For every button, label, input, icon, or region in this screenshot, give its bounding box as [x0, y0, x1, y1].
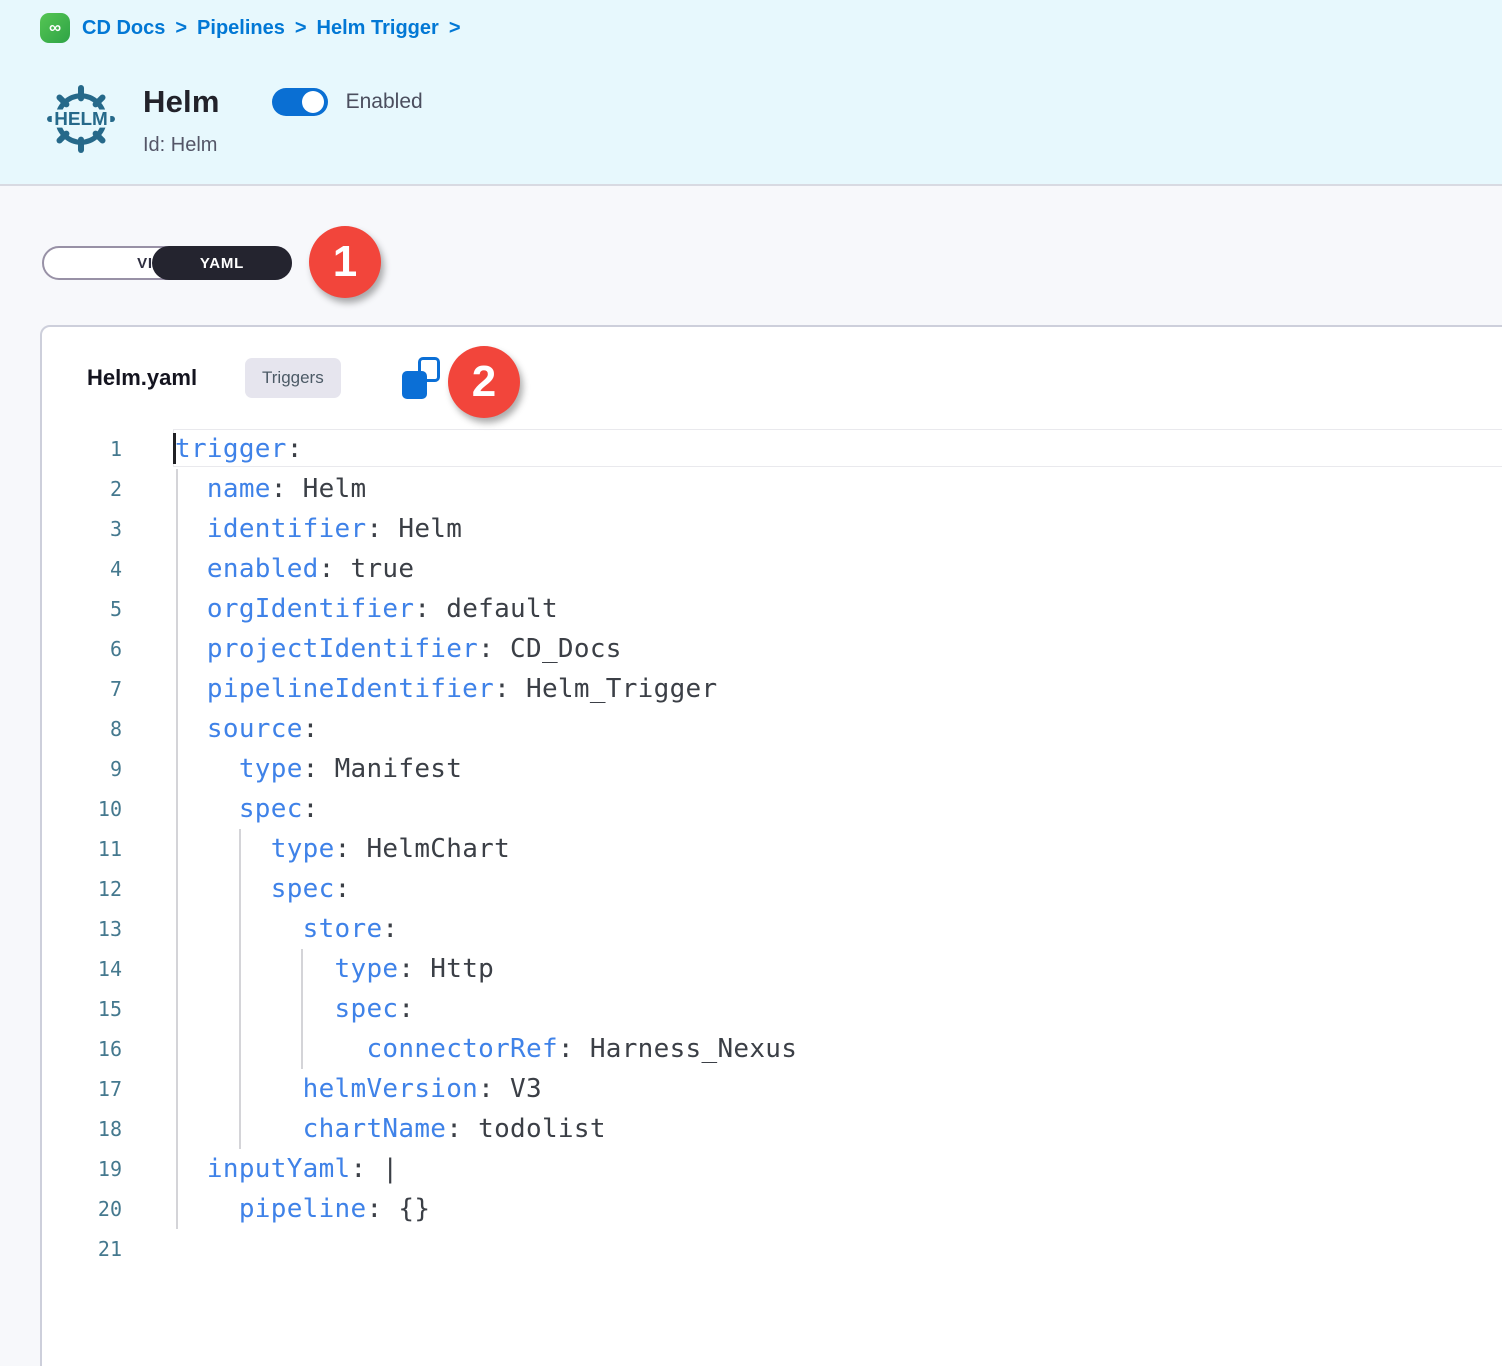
- annotation-step-1: 1: [309, 226, 381, 298]
- line-number: 20: [42, 1189, 122, 1229]
- page-header: ∞ CD Docs > Pipelines > Helm Trigger > HELM H…: [0, 0, 1502, 186]
- text-cursor: [173, 433, 176, 464]
- line-number: 18: [42, 1109, 122, 1149]
- line-number: 10: [42, 789, 122, 829]
- code-line: 9 type: Manifest: [42, 749, 1502, 789]
- breadcrumb: ∞ CD Docs > Pipelines > Helm Trigger >: [40, 13, 461, 43]
- code-line: 10 spec:: [42, 789, 1502, 829]
- line-number: 5: [42, 589, 122, 629]
- line-number: 12: [42, 869, 122, 909]
- line-number: 1: [42, 429, 122, 469]
- line-number: 2: [42, 469, 122, 509]
- line-number: 11: [42, 829, 122, 869]
- yaml-file-name: Helm.yaml: [87, 365, 197, 391]
- tab-yaml[interactable]: YAML: [152, 246, 292, 280]
- enabled-label: Enabled: [346, 90, 423, 114]
- line-number: 9: [42, 749, 122, 789]
- code-line: 14 type: Http: [42, 949, 1502, 989]
- toggle-knob: [302, 91, 324, 113]
- line-number: 7: [42, 669, 122, 709]
- page-title: Helm: [143, 84, 220, 120]
- trigger-id-label: Id: Helm: [143, 134, 217, 157]
- line-number: 19: [42, 1149, 122, 1189]
- code-line: 13 store:: [42, 909, 1502, 949]
- helm-logo: HELM: [38, 76, 124, 162]
- breadcrumb-item[interactable]: Pipelines: [197, 17, 285, 40]
- code-line: 16 connectorRef: Harness_Nexus: [42, 1029, 1502, 1069]
- code-line: 7 pipelineIdentifier: Helm_Trigger: [42, 669, 1502, 709]
- enabled-toggle[interactable]: [272, 88, 328, 116]
- line-number: 16: [42, 1029, 122, 1069]
- yaml-panel-header: Helm.yaml Triggers: [42, 327, 1502, 429]
- breadcrumb-separator: >: [449, 17, 461, 40]
- code-line: 5 orgIdentifier: default: [42, 589, 1502, 629]
- breadcrumb-item[interactable]: CD Docs: [82, 17, 165, 40]
- code-line: 6 projectIdentifier: CD_Docs: [42, 629, 1502, 669]
- code-line: 1trigger:: [42, 429, 1502, 469]
- line-number: 21: [42, 1229, 122, 1269]
- code-line: 11 type: HelmChart: [42, 829, 1502, 869]
- code-line: 18 chartName: todolist: [42, 1109, 1502, 1149]
- breadcrumb-separator: >: [295, 17, 307, 40]
- line-number: 14: [42, 949, 122, 989]
- code-line: 2 name: Helm: [42, 469, 1502, 509]
- code-line: 21: [42, 1229, 1502, 1269]
- svg-text:HELM: HELM: [54, 109, 108, 130]
- breadcrumb-item[interactable]: Helm Trigger: [317, 17, 439, 40]
- yaml-editor[interactable]: 1trigger:2 name: Helm3 identifier: Helm4…: [42, 429, 1502, 1366]
- line-number: 3: [42, 509, 122, 549]
- visual-yaml-toggle: VISUAL YAML: [42, 246, 292, 280]
- code-line: 20 pipeline: {}: [42, 1189, 1502, 1229]
- line-number: 17: [42, 1069, 122, 1109]
- line-number: 13: [42, 909, 122, 949]
- code-line: 19 inputYaml: |: [42, 1149, 1502, 1189]
- line-number: 4: [42, 549, 122, 589]
- line-number: 15: [42, 989, 122, 1029]
- code-line: 4 enabled: true: [42, 549, 1502, 589]
- code-line: 12 spec:: [42, 869, 1502, 909]
- breadcrumb-separator: >: [175, 17, 187, 40]
- yaml-panel: Helm.yaml Triggers 1trigger:2 name: Helm…: [40, 325, 1502, 1366]
- triggers-badge: Triggers: [245, 358, 341, 398]
- code-line: 17 helmVersion: V3: [42, 1069, 1502, 1109]
- code-line: 8 source:: [42, 709, 1502, 749]
- copy-icon[interactable]: [402, 357, 440, 399]
- line-number: 8: [42, 709, 122, 749]
- annotation-step-2: 2: [448, 346, 520, 418]
- code-line: 3 identifier: Helm: [42, 509, 1502, 549]
- line-number: 6: [42, 629, 122, 669]
- code-line: 15 spec:: [42, 989, 1502, 1029]
- cd-module-icon: ∞: [40, 13, 70, 43]
